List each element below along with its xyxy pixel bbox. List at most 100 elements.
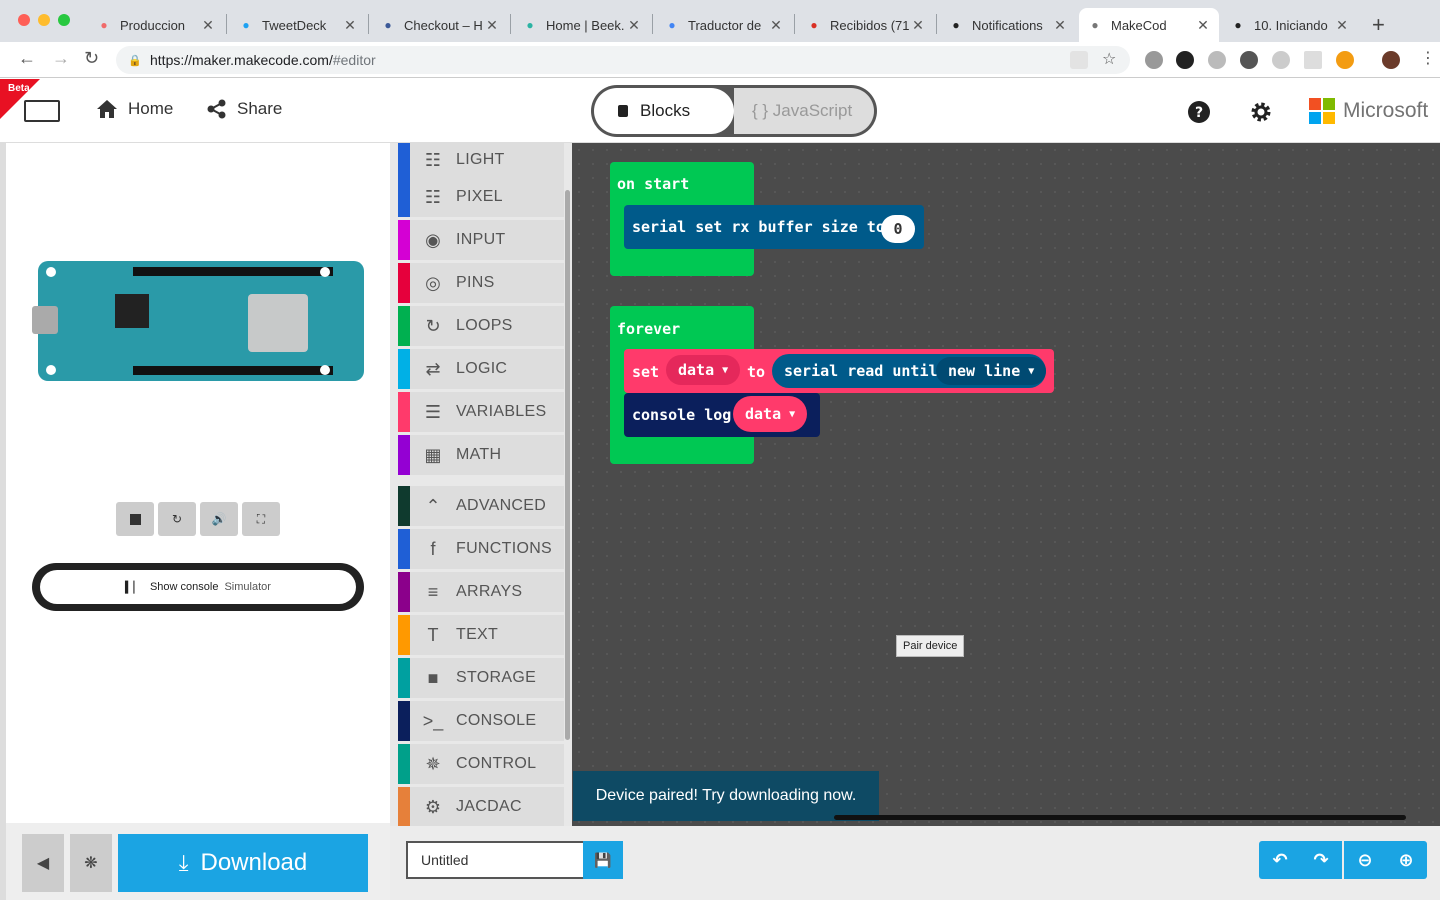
mute-button[interactable]: 🔊	[200, 502, 238, 536]
settings-gear-icon[interactable]	[1250, 101, 1272, 123]
toolbox-scrollbar[interactable]	[565, 190, 570, 740]
zoom-in-icon: ⊕	[1398, 849, 1414, 870]
toolbox-category-control[interactable]: ✵ CONTROL	[398, 744, 564, 784]
browser-tab[interactable]: ● TweetDeck ✕	[230, 8, 366, 42]
home-icon	[97, 100, 117, 118]
delimiter-dropdown[interactable]: new line ▼	[936, 357, 1047, 385]
zoom-out-button[interactable]: ⊖	[1344, 841, 1386, 879]
extension-icon[interactable]	[1336, 51, 1354, 69]
zoom-in-button[interactable]: ⊕	[1385, 841, 1427, 879]
pair-device-tooltip: Pair device	[896, 635, 965, 657]
tab-title: Recibidos (71	[830, 17, 910, 33]
extension-icon[interactable]	[1240, 51, 1258, 69]
browser-tab[interactable]: ● Notifications ✕	[940, 8, 1076, 42]
grid-icon: ☷	[424, 149, 442, 170]
browser-tab[interactable]: ● Produccion ✕	[88, 8, 224, 42]
browser-tab[interactable]: ● MakeCod ✕	[1079, 8, 1219, 42]
extension-icon[interactable]	[1145, 51, 1163, 69]
close-window-button[interactable]	[18, 14, 30, 26]
translate-icon[interactable]	[1070, 51, 1088, 69]
save-button[interactable]: 💾	[583, 841, 623, 879]
close-tab-icon[interactable]: ✕	[910, 17, 926, 34]
toolbox-category-math[interactable]: ▦ MATH	[398, 435, 564, 475]
close-tab-icon[interactable]: ✕	[768, 17, 784, 34]
toolbox-category-loops[interactable]: ↻ LOOPS	[398, 306, 564, 346]
toolbox-category-pins[interactable]: ◎ PINS	[398, 263, 564, 303]
forever-label: forever	[617, 320, 681, 338]
browser-tab[interactable]: ● Recibidos (71 ✕	[798, 8, 934, 42]
microsoft-logo[interactable]: Microsoft	[1309, 98, 1428, 124]
toolbox-category-variables[interactable]: ☰ VARIABLES	[398, 392, 564, 432]
blocks-workspace[interactable]: on start serial set rx buffer size to 0 …	[572, 143, 1440, 826]
toolbox-category-input[interactable]: ◉ INPUT	[398, 220, 564, 260]
chevron-down-icon: ▼	[789, 408, 796, 420]
tab-separator	[652, 14, 653, 34]
javascript-label: { } JavaScript	[752, 101, 853, 120]
share-button[interactable]: Share	[207, 99, 282, 119]
help-icon[interactable]: ?	[1188, 101, 1210, 123]
close-tab-icon[interactable]: ✕	[626, 17, 642, 34]
collapse-simulator-button[interactable]: ◀	[22, 834, 64, 892]
pins-icon: ◎	[425, 272, 441, 293]
category-label: PIXEL	[456, 188, 503, 205]
home-button[interactable]: Home	[96, 99, 173, 119]
reload-button[interactable]: ↻	[84, 48, 99, 69]
toolbox-category-advanced[interactable]: ⌃ ADVANCED	[398, 486, 564, 526]
board-icon[interactable]	[24, 100, 60, 122]
browser-tab[interactable]: ● Traductor de ✕	[656, 8, 792, 42]
address-bar[interactable]: 🔒 https://maker.makecode.com/#editor	[116, 46, 1130, 74]
restart-button[interactable]: ↻	[158, 502, 196, 536]
category-label: LOOPS	[456, 317, 513, 334]
toolbox-category-storage[interactable]: ■ STORAGE	[398, 658, 564, 698]
forward-button[interactable]: →	[52, 48, 70, 69]
new-tab-button[interactable]: +	[1372, 12, 1385, 38]
category-label: STORAGE	[456, 669, 537, 686]
toolbox-category-text[interactable]: T TEXT	[398, 615, 564, 655]
close-tab-icon[interactable]: ✕	[1195, 17, 1211, 34]
toolbox-category-light[interactable]: ☷ LIGHT	[398, 143, 564, 180]
close-tab-icon[interactable]: ✕	[484, 17, 500, 34]
show-console-button[interactable]: ▍▏ Show console Simulator	[32, 563, 364, 611]
bookmark-star-icon[interactable]: ☆	[1102, 49, 1116, 69]
extension-icon[interactable]	[1176, 51, 1194, 69]
close-tab-icon[interactable]: ✕	[1334, 17, 1350, 34]
share-icon	[207, 99, 226, 119]
extension-icon[interactable]	[1304, 51, 1322, 69]
minimize-window-button[interactable]	[38, 14, 50, 26]
profile-avatar[interactable]	[1382, 51, 1400, 69]
toolbox-category-console[interactable]: >_ CONSOLE	[398, 701, 564, 741]
browser-tab[interactable]: ● Home | Beek. ✕	[514, 8, 650, 42]
blocks-tab[interactable]: Blocks	[594, 88, 734, 134]
tab-separator	[936, 14, 937, 34]
fullscreen-button[interactable]: ⛶	[242, 502, 280, 536]
log-variable-dropdown[interactable]: data ▼	[733, 396, 808, 432]
workspace-scrollbar[interactable]	[834, 815, 1406, 820]
extension-icon[interactable]	[1272, 51, 1290, 69]
toolbox-category-pixel[interactable]: ☷ PIXEL	[398, 177, 564, 217]
rx-value: 0	[893, 220, 903, 238]
maximize-window-button[interactable]	[58, 14, 70, 26]
close-tab-icon[interactable]: ✕	[1052, 17, 1068, 34]
extension-icon[interactable]	[1208, 51, 1226, 69]
debug-button[interactable]: ❋	[70, 834, 112, 892]
toolbox-category-functions[interactable]: f FUNCTIONS	[398, 529, 564, 569]
variable-dropdown[interactable]: data ▼	[666, 355, 741, 385]
close-tab-icon[interactable]: ✕	[200, 17, 216, 34]
undo-button[interactable]: ↶	[1259, 841, 1301, 879]
download-button[interactable]: ⤓ Download	[118, 834, 368, 892]
toolbox-category-logic[interactable]: ⇄ LOGIC	[398, 349, 564, 389]
browser-tab[interactable]: ● Checkout – H ✕	[372, 8, 508, 42]
folder-icon: ■	[427, 667, 439, 688]
browser-menu-button[interactable]: ⋮	[1420, 48, 1436, 68]
close-tab-icon[interactable]: ✕	[342, 17, 358, 34]
project-name-input[interactable]	[406, 841, 583, 879]
redo-button[interactable]: ↷	[1300, 841, 1342, 879]
stop-button[interactable]	[116, 502, 154, 536]
browser-tab[interactable]: ● 10. Iniciando ✕	[1222, 8, 1358, 42]
javascript-tab[interactable]: { } JavaScript	[734, 88, 874, 134]
tab-separator	[510, 14, 511, 34]
back-button[interactable]: ←	[18, 48, 36, 69]
toolbox-category-jacdac[interactable]: ⚙ JACDAC	[398, 787, 564, 826]
toolbox-category-arrays[interactable]: ≡ ARRAYS	[398, 572, 564, 612]
rx-value-input[interactable]: 0	[881, 215, 915, 243]
